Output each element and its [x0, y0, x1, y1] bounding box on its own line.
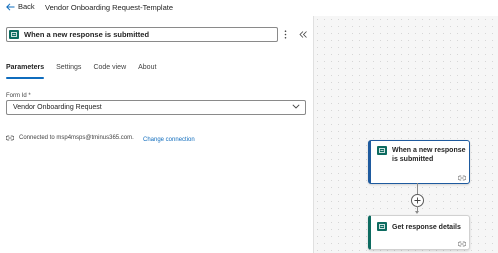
form-id-value: Vendor Onboarding Request	[13, 104, 102, 111]
more-options-button[interactable]	[281, 28, 289, 40]
forms-icon	[377, 222, 387, 231]
tab-about[interactable]: About	[138, 64, 156, 75]
card-title: Get response details	[392, 224, 461, 231]
forms-icon	[377, 146, 387, 155]
trigger-name-field[interactable]: When a new response is submitted	[6, 27, 278, 42]
back-button[interactable]: Back	[6, 2, 35, 11]
more-vertical-icon	[284, 29, 286, 39]
collapse-double-chevron-icon	[299, 30, 307, 38]
tab-list: Parameters Settings Code view About	[6, 64, 168, 79]
forms-icon	[9, 30, 19, 39]
tab-parameters[interactable]: Parameters	[6, 64, 45, 79]
back-label: Back	[18, 2, 35, 11]
connector-arrow	[415, 211, 419, 214]
trigger-name: When a new response is submitted	[24, 30, 150, 39]
link-icon	[458, 175, 466, 181]
trigger-card[interactable]: When a new response is submitted	[368, 140, 470, 184]
card-title: When a new response is submitted	[392, 147, 466, 163]
tab-code-view[interactable]: Code view	[93, 64, 126, 75]
connector-line	[417, 183, 418, 194]
page-title: Vendor Onboarding Request-Template	[45, 3, 173, 12]
link-icon	[6, 135, 14, 141]
chevron-down-icon	[292, 104, 300, 109]
top-bar: Back Vendor Onboarding Request-Template	[0, 0, 498, 15]
collapse-panel-button[interactable]	[298, 28, 308, 40]
link-icon	[458, 241, 466, 247]
form-id-label: Form Id *	[6, 93, 31, 99]
connection-info: Connected to msp4msps@tminus365.com.	[6, 135, 134, 141]
details-panel: When a new response is submitted Paramet…	[0, 16, 314, 253]
form-id-select[interactable]: Vendor Onboarding Request	[6, 100, 306, 115]
plus-icon	[414, 197, 421, 204]
back-arrow-icon	[6, 2, 15, 11]
change-connection-link[interactable]: Change connection	[143, 137, 195, 143]
action-card[interactable]: Get response details	[368, 215, 470, 250]
connection-text: Connected to msp4msps@tminus365.com.	[19, 135, 134, 141]
tab-settings[interactable]: Settings	[56, 64, 81, 75]
